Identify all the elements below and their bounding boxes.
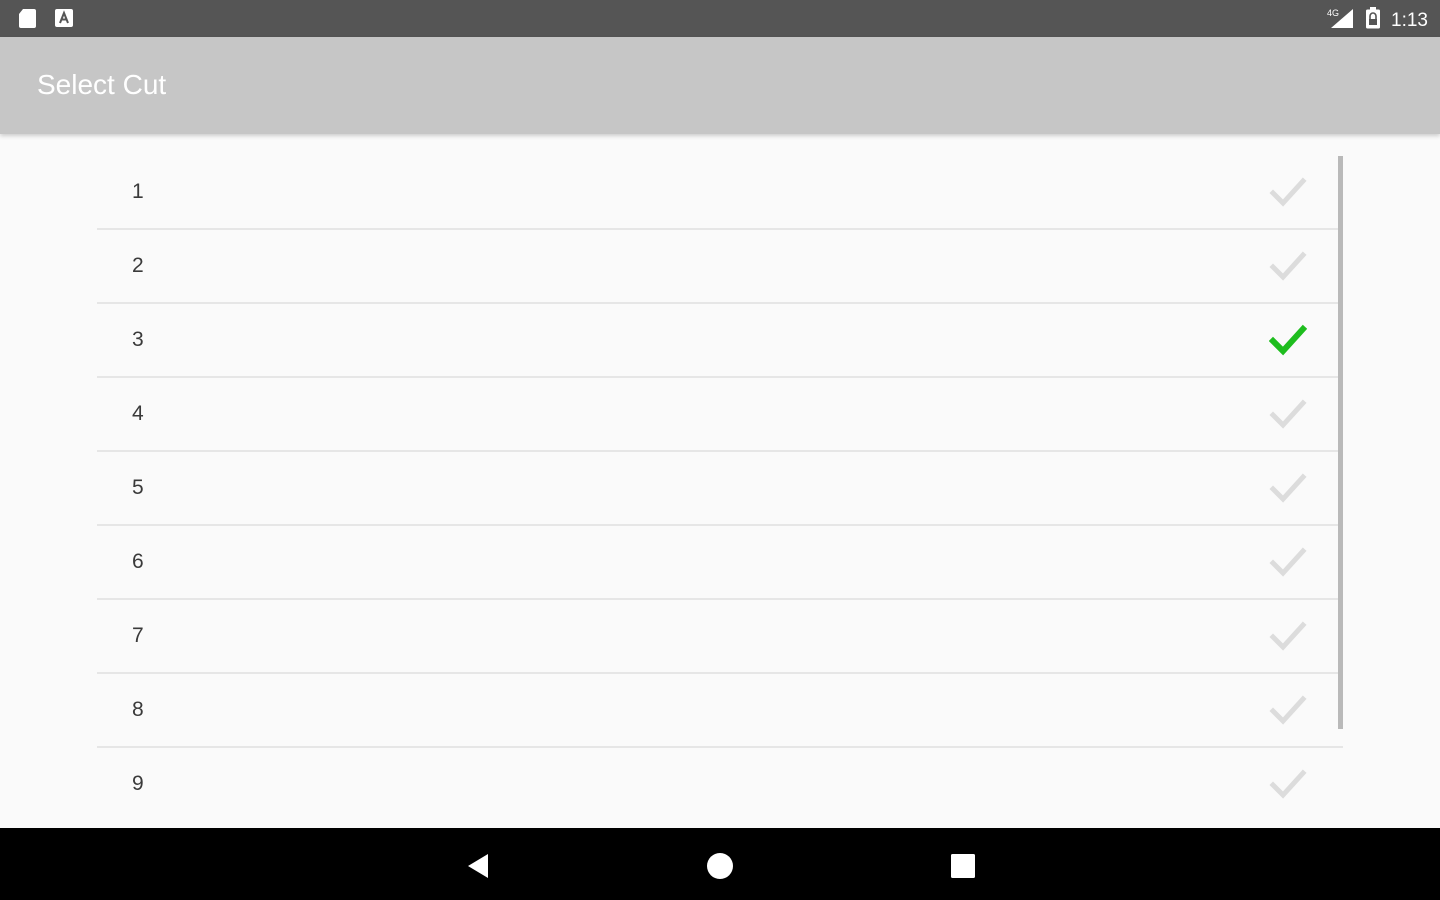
status-bar-left (16, 7, 74, 34)
list-item[interactable]: 6 (97, 526, 1343, 600)
list-item-label: 9 (132, 772, 144, 795)
scrollbar[interactable] (1338, 156, 1343, 729)
app-bar: Select Cut (0, 37, 1440, 134)
home-icon (707, 853, 733, 879)
cut-list: 1 2 3 4 5 6 7 8 9 (97, 156, 1343, 820)
recents-button[interactable] (945, 848, 981, 884)
list-item[interactable]: 2 (97, 230, 1343, 304)
signal-4g-icon: 4G (1327, 7, 1355, 34)
list-item[interactable]: 9 (97, 748, 1343, 820)
svg-text:4G: 4G (1327, 8, 1339, 18)
checkmark-icon (1269, 177, 1307, 207)
list-item[interactable]: 3 (97, 304, 1343, 378)
list-item-label: 3 (132, 328, 144, 351)
list-item-label: 2 (132, 254, 144, 277)
list-item[interactable]: 8 (97, 674, 1343, 748)
checkmark-selected-icon (1269, 324, 1307, 356)
list-item-label: 5 (132, 476, 144, 499)
sd-card-icon (16, 7, 38, 34)
list-item-label: 7 (132, 624, 144, 647)
list-item[interactable]: 5 (97, 452, 1343, 526)
recents-icon (951, 854, 975, 878)
a-notification-icon (54, 8, 74, 33)
checkmark-icon (1269, 769, 1307, 799)
list-item-label: 8 (132, 698, 144, 721)
back-button[interactable] (460, 848, 496, 884)
page-title: Select Cut (37, 69, 167, 100)
back-icon (468, 854, 488, 878)
checkmark-icon (1269, 399, 1307, 429)
list-item-label: 6 (132, 550, 144, 573)
list-item[interactable]: 7 (97, 600, 1343, 674)
navigation-bar (0, 828, 1440, 900)
checkmark-icon (1269, 695, 1307, 725)
checkmark-icon (1269, 621, 1307, 651)
checkmark-icon (1269, 547, 1307, 577)
battery-icon (1365, 7, 1381, 34)
checkmark-icon (1269, 473, 1307, 503)
list-item-label: 4 (132, 402, 144, 425)
status-bar: 4G 1:13 (0, 0, 1440, 37)
checkmark-icon (1269, 251, 1307, 281)
list-item[interactable]: 1 (97, 156, 1343, 230)
status-time: 1:13 (1391, 9, 1428, 31)
content-area: 1 2 3 4 5 6 7 8 9 (0, 134, 1440, 828)
status-bar-right: 4G 1:13 (1327, 7, 1428, 34)
list-item[interactable]: 4 (97, 378, 1343, 452)
list-item-label: 1 (132, 180, 144, 203)
home-button[interactable] (702, 848, 738, 884)
